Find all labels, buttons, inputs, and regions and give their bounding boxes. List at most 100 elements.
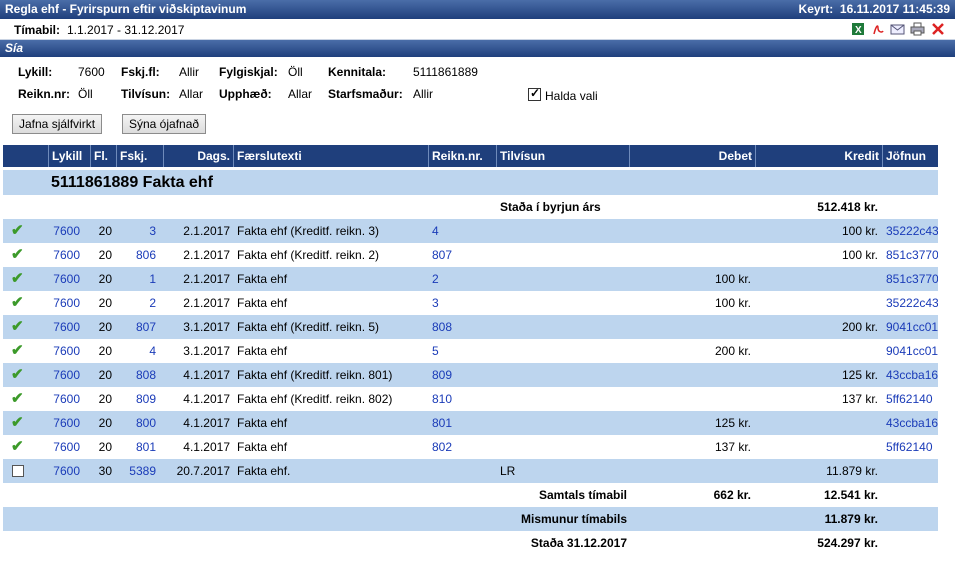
col-dags[interactable]: Dags. [163, 145, 233, 167]
cell-reikn[interactable]: 808 [432, 315, 492, 339]
col-reikn[interactable]: Reikn.nr. [428, 145, 496, 167]
close-icon[interactable] [930, 22, 945, 36]
cell-dags: 2.1.2017 [183, 296, 230, 310]
cell-kredit: 100 kr. [841, 248, 878, 262]
cell-jofnun[interactable]: 35222c43 [886, 219, 938, 243]
cell-reikn[interactable]: 807 [432, 243, 492, 267]
table-row[interactable]: ✔ 7600 20 806 2.1.2017 Fakta ehf (Kreditf. re… [3, 243, 938, 267]
filter-lykill: Lykill: [18, 65, 53, 79]
syna-ojafnad-button[interactable]: Sýna ójafnað [122, 114, 207, 134]
col-kredit[interactable]: Kredit [755, 145, 882, 167]
cell-fskj[interactable]: 806 [116, 243, 156, 267]
col-fskj[interactable]: Fskj. [116, 145, 163, 167]
cell-fskj[interactable]: 4 [116, 339, 156, 363]
cell-lykill[interactable]: 7600 [48, 435, 80, 459]
cell-jofnun[interactable]: 9041cc01 [886, 315, 938, 339]
halda-vali-checkbox[interactable] [528, 86, 541, 101]
cell-kredit: 137 kr. [841, 392, 878, 406]
mail-icon[interactable] [890, 22, 905, 36]
cell-jofnun[interactable]: 43ccba16 [886, 411, 938, 435]
cell-reikn[interactable]: 4 [432, 219, 492, 243]
matched-check-icon: ✔ [11, 294, 24, 311]
excel-icon[interactable]: X [850, 22, 865, 36]
cell-reikn[interactable]: 802 [432, 435, 492, 459]
cell-jofnun[interactable]: 9041cc01 [886, 339, 938, 363]
filter-lykill-value: 7600 [78, 65, 105, 79]
filter-kennitala: Kennitala: [328, 65, 387, 79]
cell-fskj[interactable]: 801 [116, 435, 156, 459]
cell-reikn[interactable]: 801 [432, 411, 492, 435]
cell-fskj[interactable]: 809 [116, 387, 156, 411]
table-row[interactable]: ✔ 7600 20 2 2.1.2017 Fakta ehf 3 100 kr. 35222c4… [3, 291, 938, 315]
table-row[interactable]: ✔ 7600 20 3 2.1.2017 Fakta ehf (Kreditf. reik… [3, 219, 938, 243]
cell-kredit [755, 339, 878, 363]
row-select-checkbox[interactable] [12, 465, 24, 477]
filter-upphaed-value: Allar [288, 87, 313, 101]
filter-tilvisun: Tilvísun: [121, 87, 171, 101]
col-jofnun[interactable]: Jöfnun [882, 145, 938, 167]
cell-tilvisun [500, 315, 625, 339]
cell-lykill[interactable]: 7600 [48, 363, 80, 387]
cell-lykill[interactable]: 7600 [48, 315, 80, 339]
cell-fskj[interactable]: 807 [116, 315, 156, 339]
matched-check-icon: ✔ [11, 414, 24, 431]
table-row[interactable]: ✔ 7600 20 4 3.1.2017 Fakta ehf 5 200 kr. 9041cc0… [3, 339, 938, 363]
cell-tilvisun [500, 387, 625, 411]
cell-fskj[interactable]: 2 [116, 291, 156, 315]
cell-texti: Fakta ehf [237, 272, 288, 286]
col-tilvisun[interactable]: Tilvísun [496, 145, 629, 167]
cell-fl: 20 [98, 368, 112, 382]
col-debet[interactable]: Debet [629, 145, 755, 167]
table-row[interactable]: ✔ 7600 20 800 4.1.2017 Fakta ehf 801 125 kr. 43c… [3, 411, 938, 435]
cell-kredit: 100 kr. [841, 224, 878, 238]
table-row[interactable]: ✔ 7600 20 801 4.1.2017 Fakta ehf 802 137 kr. 5ff… [3, 435, 938, 459]
difference-label: Mismunur tímabils [520, 512, 627, 526]
cell-lykill[interactable]: 7600 [48, 291, 80, 315]
cell-jofnun[interactable]: 43ccba16 [886, 363, 938, 387]
cell-jofnun[interactable]: 851c3770 [886, 267, 938, 291]
cell-kredit: 200 kr. [841, 320, 878, 334]
cell-lykill[interactable]: 7600 [48, 339, 80, 363]
cell-texti: Fakta ehf (Kreditf. reikn. 3) [237, 224, 380, 238]
cell-fskj[interactable]: 1 [116, 267, 156, 291]
cell-reikn[interactable]: 3 [432, 291, 492, 315]
cell-lykill[interactable]: 7600 [48, 387, 80, 411]
print-icon[interactable] [910, 22, 925, 36]
table-row[interactable]: ✔ 7600 20 807 3.1.2017 Fakta ehf (Kreditf. re… [3, 315, 938, 339]
cell-fskj[interactable]: 3 [116, 219, 156, 243]
col-fl[interactable]: Fl. [90, 145, 116, 167]
cell-reikn[interactable]: 810 [432, 387, 492, 411]
cell-debet [629, 363, 751, 387]
cell-lykill[interactable]: 7600 [48, 267, 80, 291]
cell-lykill[interactable]: 7600 [48, 243, 80, 267]
table-row[interactable]: 7600 30 5389 20.7.2017 Fakta ehf. LR 11.879 kr… [3, 459, 938, 483]
cell-reikn[interactable]: 5 [432, 339, 492, 363]
cell-lykill[interactable]: 7600 [48, 219, 80, 243]
cell-reikn[interactable]: 809 [432, 363, 492, 387]
cell-jofnun[interactable]: 851c3770 [886, 243, 938, 267]
table-row[interactable]: ✔ 7600 20 809 4.1.2017 Fakta ehf (Kreditf. re… [3, 387, 938, 411]
cell-jofnun[interactable]: 35222c43 [886, 291, 938, 315]
filter-upphaed: Upphæð: [219, 87, 272, 101]
cell-fskj[interactable]: 5389 [116, 459, 156, 483]
table-row[interactable]: ✔ 7600 20 1 2.1.2017 Fakta ehf 2 100 kr. 851c377… [3, 267, 938, 291]
cell-fl: 20 [98, 392, 112, 406]
jafna-sjalfvirkt-button[interactable]: Jafna sjálfvirkt [12, 114, 103, 134]
cell-jofnun[interactable]: 5ff62140 [886, 435, 938, 459]
cell-reikn[interactable]: 2 [432, 267, 492, 291]
col-lykill[interactable]: Lykill [48, 145, 90, 167]
cell-fskj[interactable]: 800 [116, 411, 156, 435]
cell-debet: 125 kr. [714, 416, 751, 430]
filter-fskjfl-value: Allir [179, 65, 199, 79]
cell-fskj[interactable]: 808 [116, 363, 156, 387]
cell-dags: 2.1.2017 [183, 224, 230, 238]
cell-tilvisun [500, 243, 625, 267]
run-timestamp: Keyrt: 16.11.2017 11:45:39 [798, 2, 950, 16]
cell-jofnun[interactable]: 5ff62140 [886, 387, 938, 411]
table-row[interactable]: ✔ 7600 20 808 4.1.2017 Fakta ehf (Kreditf. re… [3, 363, 938, 387]
cell-fl: 20 [98, 224, 112, 238]
cell-lykill[interactable]: 7600 [48, 411, 80, 435]
col-texti[interactable]: Færslutexti [233, 145, 428, 167]
cell-lykill[interactable]: 7600 [48, 459, 80, 483]
pdf-icon[interactable] [870, 22, 885, 36]
